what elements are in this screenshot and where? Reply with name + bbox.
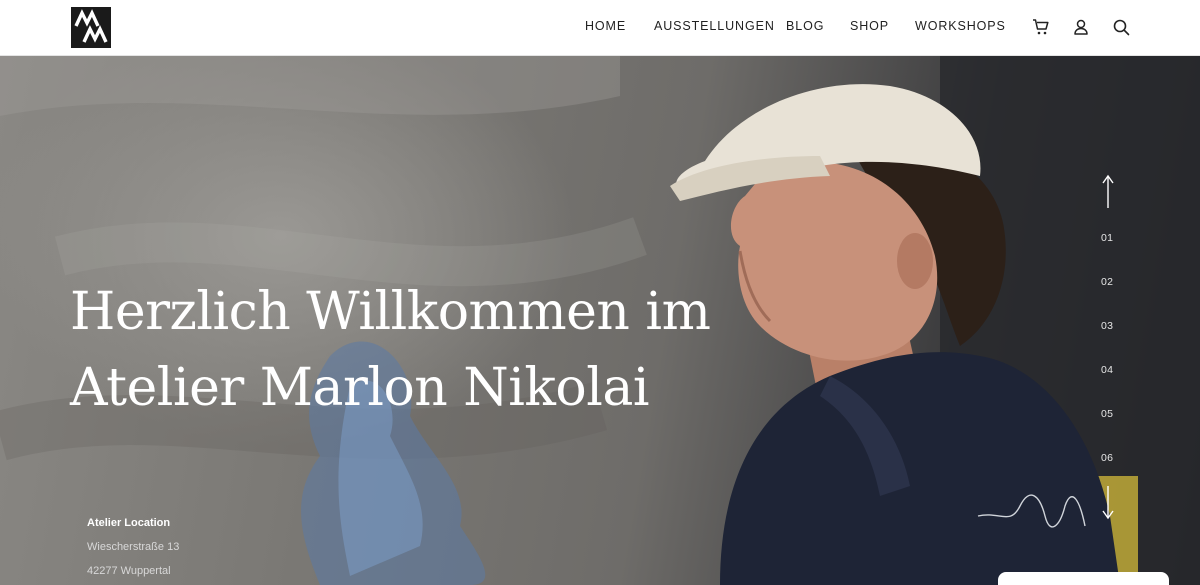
nav-home[interactable]: HOME <box>585 19 626 33</box>
hero-title: Herzlich Willkommen im Atelier Marlon Ni… <box>70 274 830 426</box>
slide-indicator-04[interactable]: 04 <box>1101 364 1113 376</box>
arrow-down-icon[interactable] <box>1100 484 1116 520</box>
slide-indicator-06[interactable]: 06 <box>1101 452 1113 464</box>
arrow-up-icon[interactable] <box>1100 174 1116 210</box>
hero-section: Herzlich Willkommen im Atelier Marlon Ni… <box>0 56 1200 585</box>
hero-title-line2: Atelier Marlon Nikolai <box>70 358 650 418</box>
cart-icon[interactable] <box>1032 18 1050 36</box>
nav-ausstellungen[interactable]: AUSSTELLUNGEN <box>654 19 775 33</box>
user-icon[interactable] <box>1072 18 1090 36</box>
site-header: HOME AUSSTELLUNGEN BLOG SHOP WORKSHOPS <box>0 0 1200 56</box>
slide-navigation: 01 02 03 04 05 06 <box>1090 56 1130 585</box>
search-icon[interactable] <box>1112 18 1130 36</box>
slide-indicator-05[interactable]: 05 <box>1101 408 1113 420</box>
nav-blog[interactable]: BLOG <box>786 19 824 33</box>
site-logo[interactable] <box>71 7 111 48</box>
hero-title-line1: Herzlich Willkommen im <box>70 282 711 342</box>
nav-shop[interactable]: SHOP <box>850 19 889 33</box>
atelier-location: Atelier Location Wiescherstraße 13 42277… <box>87 517 179 577</box>
slide-indicator-02[interactable]: 02 <box>1101 276 1113 288</box>
mn-monogram-icon <box>71 7 111 48</box>
bottom-popup-card[interactable] <box>998 572 1169 585</box>
location-city: 42277 Wuppertal <box>87 565 171 577</box>
location-street: Wiescherstraße 13 <box>87 541 180 553</box>
location-heading: Atelier Location <box>87 517 171 529</box>
slide-indicator-03[interactable]: 03 <box>1101 320 1113 332</box>
nav-workshops[interactable]: WORKSHOPS <box>915 19 1006 33</box>
slide-indicator-01[interactable]: 01 <box>1101 232 1113 244</box>
